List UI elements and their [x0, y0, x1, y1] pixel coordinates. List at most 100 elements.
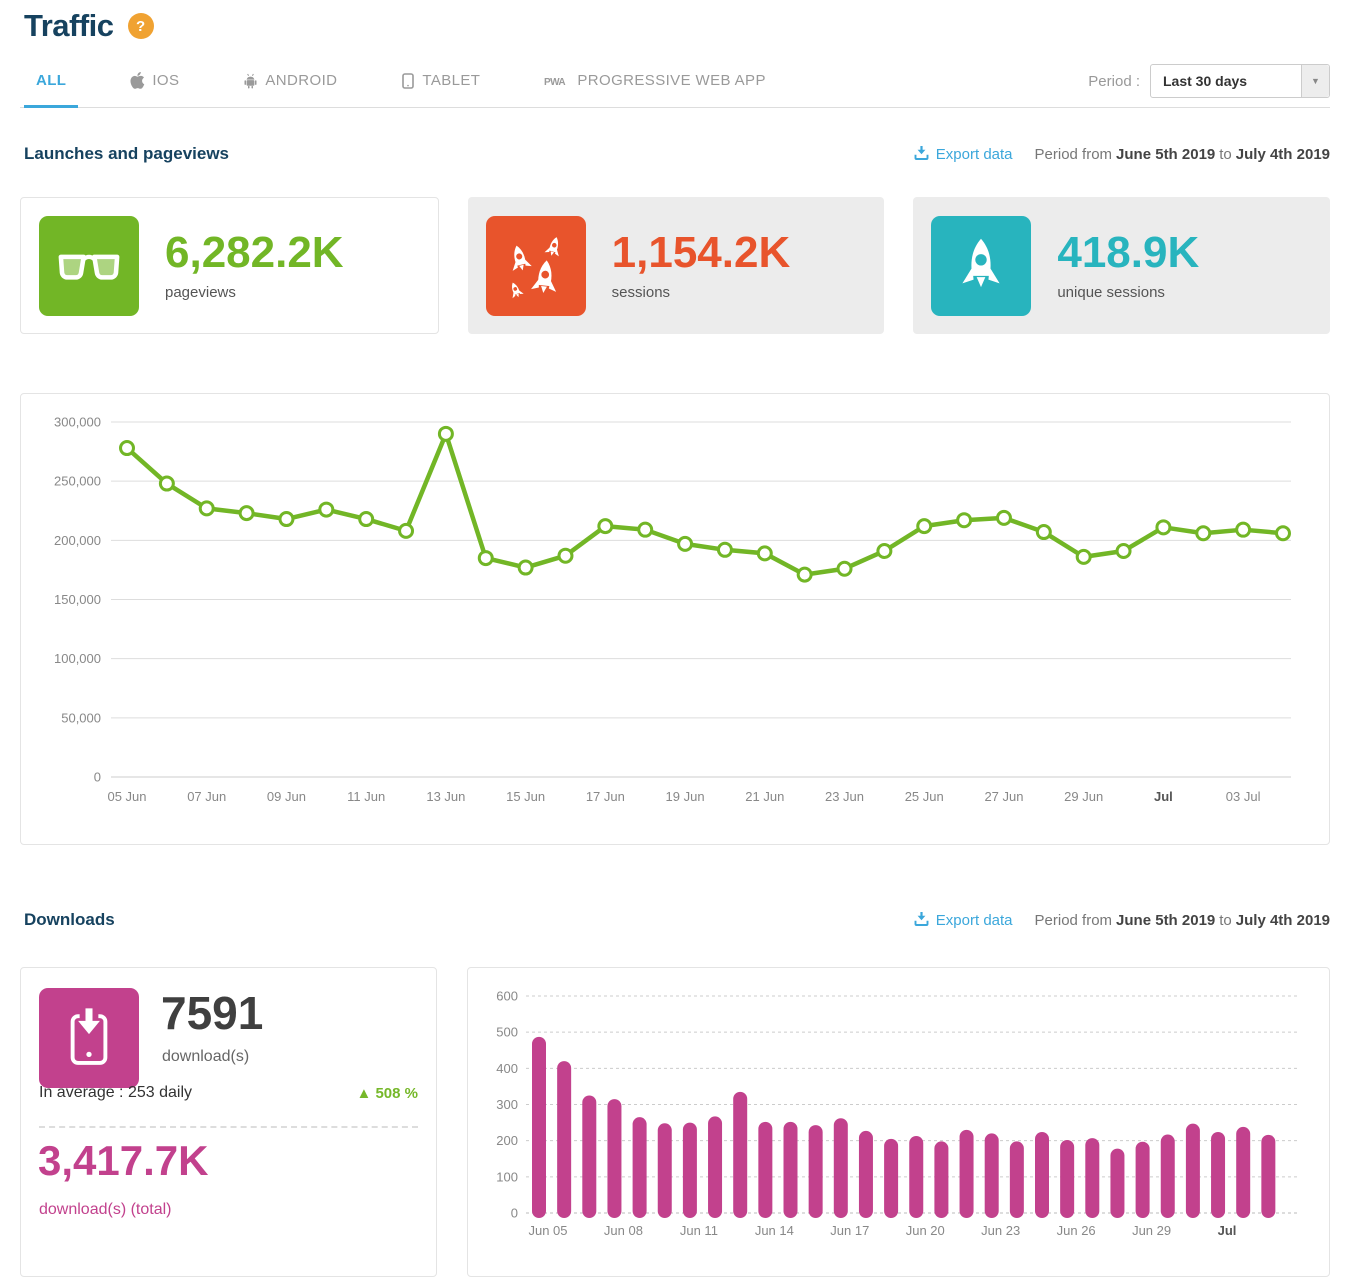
svg-text:50,000: 50,000 [61, 710, 101, 725]
bar-Jun 28[interactable] [1110, 1149, 1124, 1218]
pwa-icon: PWA [544, 74, 570, 88]
bar-Jun 18[interactable] [859, 1131, 873, 1218]
line-point-04 Jul[interactable] [1277, 527, 1290, 540]
tab-pwa[interactable]: PWA PROGRESSIVE WEB APP [532, 60, 778, 107]
bar-Jul 04[interactable] [1261, 1135, 1275, 1218]
line-point-18 Jun[interactable] [639, 523, 652, 536]
launches-export-button[interactable]: Export data [914, 145, 1013, 164]
line-point-16 Jun[interactable] [559, 549, 572, 562]
pageviews-card: 6,282.2K pageviews [20, 197, 439, 334]
line-point-06 Jun[interactable] [160, 477, 173, 490]
svg-text:200: 200 [496, 1133, 518, 1148]
svg-text:100,000: 100,000 [54, 651, 101, 666]
bar-Jun 09[interactable] [633, 1117, 647, 1218]
bar-Jun 14[interactable] [758, 1122, 772, 1218]
bar-Jun 07[interactable] [582, 1095, 596, 1218]
bar-Jun 11[interactable] [683, 1123, 697, 1218]
download-icon [914, 145, 929, 164]
bar-Jun 12[interactable] [708, 1116, 722, 1218]
downloads-export-button[interactable]: Export data [914, 911, 1013, 930]
line-point-01 Jul[interactable] [1157, 521, 1170, 534]
pageviews-label: pageviews [165, 284, 344, 301]
bar-Jun 21[interactable] [934, 1141, 948, 1218]
bar-Jun 20[interactable] [909, 1136, 923, 1218]
glasses-icon [39, 216, 139, 316]
bar-Jun 10[interactable] [658, 1123, 672, 1218]
bar-Jun 17[interactable] [834, 1118, 848, 1218]
line-point-14 Jun[interactable] [479, 552, 492, 565]
downloads-total-link[interactable]: download(s) (total) [39, 1201, 172, 1219]
line-point-24 Jun[interactable] [878, 544, 891, 557]
line-point-03 Jul[interactable] [1237, 523, 1250, 536]
bar-Jul 03[interactable] [1236, 1127, 1250, 1218]
line-point-09 Jun[interactable] [280, 513, 293, 526]
svg-text:Jun 26: Jun 26 [1057, 1223, 1096, 1238]
bar-Jun 06[interactable] [557, 1061, 571, 1218]
svg-text:09 Jun: 09 Jun [267, 789, 306, 804]
line-point-20 Jun[interactable] [718, 543, 731, 556]
svg-text:23 Jun: 23 Jun [825, 789, 864, 804]
bar-Jun 23[interactable] [985, 1133, 999, 1218]
bar-Jun 15[interactable] [784, 1122, 798, 1218]
downloads-trend-badge: ▲ 508 % [356, 1085, 418, 1102]
downloads-export-label: Export data [936, 912, 1013, 929]
svg-text:Jun 17: Jun 17 [830, 1223, 869, 1238]
bar-Jun 08[interactable] [607, 1099, 621, 1218]
divider [39, 1126, 418, 1128]
downloads-section-title: Downloads [24, 910, 115, 930]
svg-text:400: 400 [496, 1061, 518, 1076]
line-point-29 Jun[interactable] [1077, 550, 1090, 563]
svg-text:03 Jul: 03 Jul [1226, 789, 1261, 804]
bar-Jun 19[interactable] [884, 1139, 898, 1218]
downloads-total-value: 3,417.7K [38, 1140, 208, 1182]
line-point-07 Jun[interactable] [200, 502, 213, 515]
line-point-02 Jul[interactable] [1197, 527, 1210, 540]
line-point-10 Jun[interactable] [320, 503, 333, 516]
chevron-down-icon[interactable]: ▼ [1301, 65, 1329, 97]
line-point-15 Jun[interactable] [519, 561, 532, 574]
line-point-17 Jun[interactable] [599, 520, 612, 533]
line-point-22 Jun[interactable] [798, 568, 811, 581]
line-point-13 Jun[interactable] [439, 427, 452, 440]
launches-section-title: Launches and pageviews [24, 144, 229, 164]
line-point-27 Jun[interactable] [997, 511, 1010, 524]
bar-Jul 02[interactable] [1211, 1132, 1225, 1218]
line-point-25 Jun[interactable] [918, 520, 931, 533]
bar-Jun 13[interactable] [733, 1092, 747, 1218]
bar-Jun 05[interactable] [532, 1037, 546, 1218]
bar-Jun 16[interactable] [809, 1125, 823, 1218]
bar-Jul 01[interactable] [1186, 1124, 1200, 1218]
line-point-21 Jun[interactable] [758, 547, 771, 560]
period-select[interactable]: Last 30 days ▼ [1150, 64, 1330, 98]
line-point-19 Jun[interactable] [679, 537, 692, 550]
svg-text:25 Jun: 25 Jun [905, 789, 944, 804]
line-point-11 Jun[interactable] [360, 513, 373, 526]
line-point-08 Jun[interactable] [240, 507, 253, 520]
bar-Jun 22[interactable] [960, 1130, 974, 1218]
bar-Jun 30[interactable] [1161, 1135, 1175, 1218]
line-point-23 Jun[interactable] [838, 562, 851, 575]
line-point-26 Jun[interactable] [958, 514, 971, 527]
downloads-bar-chart[interactable]: 0100200300400500600Jun 05Jun 08Jun 11Jun… [468, 968, 1329, 1258]
bar-Jun 25[interactable] [1035, 1132, 1049, 1218]
bar-Jun 27[interactable] [1085, 1138, 1099, 1218]
svg-text:05 Jun: 05 Jun [107, 789, 146, 804]
tab-tablet[interactable]: TABLET [389, 60, 492, 107]
download-icon [914, 911, 929, 930]
tab-android[interactable]: ANDROID [231, 60, 349, 107]
line-point-12 Jun[interactable] [400, 524, 413, 537]
help-icon[interactable]: ? [128, 13, 154, 39]
bar-Jun 26[interactable] [1060, 1140, 1074, 1218]
svg-text:Jul: Jul [1218, 1223, 1237, 1238]
line-point-05 Jun[interactable] [121, 442, 134, 455]
svg-text:Jun 05: Jun 05 [528, 1223, 567, 1238]
bar-Jun 29[interactable] [1136, 1142, 1150, 1218]
launches-section-header: Launches and pageviews Export data Perio… [24, 144, 1330, 164]
traffic-page: Traffic ? ALL IOS [0, 0, 1348, 1257]
bar-Jun 24[interactable] [1010, 1141, 1024, 1218]
line-point-30 Jun[interactable] [1117, 544, 1130, 557]
tab-ios[interactable]: IOS [118, 60, 191, 107]
line-point-28 Jun[interactable] [1037, 526, 1050, 539]
tab-all[interactable]: ALL [24, 60, 78, 107]
launches-line-chart[interactable]: 050,000100,000150,000200,000250,000300,0… [21, 394, 1329, 844]
